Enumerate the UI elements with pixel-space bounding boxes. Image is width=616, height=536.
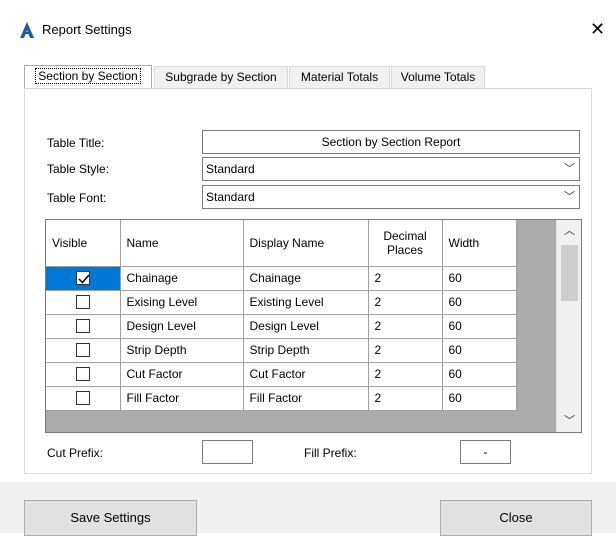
tab-label: Section by Section — [35, 68, 141, 84]
col-header-name[interactable]: Name — [120, 220, 244, 267]
tab-volume-totals[interactable]: Volume Totals — [391, 66, 485, 88]
decimal-places-cell[interactable]: 2 — [368, 290, 443, 315]
display-name-cell[interactable]: Cut Factor — [243, 362, 369, 387]
decimal-places-cell[interactable]: 2 — [368, 338, 443, 363]
table-row[interactable]: Cut Factor Cut Factor 2 60 — [46, 362, 517, 387]
table-title-input[interactable]: Section by Section Report — [202, 130, 580, 154]
decimal-header-line2: Places — [386, 242, 424, 257]
visible-checkbox[interactable] — [75, 391, 90, 406]
decimal-places-cell[interactable]: 2 — [368, 362, 443, 387]
display-name-cell[interactable]: Chainage — [243, 266, 369, 291]
visible-checkbox[interactable] — [75, 295, 90, 310]
name-cell[interactable]: Chainage — [120, 266, 244, 291]
col-header-decimal-places[interactable]: Decimal Places — [368, 220, 443, 267]
civil-3d-a-icon — [20, 22, 34, 38]
display-name-cell[interactable]: Fill Factor — [243, 386, 369, 411]
name-cell[interactable]: Cut Factor — [120, 362, 244, 387]
decimal-places-cell[interactable]: 2 — [368, 266, 443, 291]
table-style-label: Table Style: — [47, 162, 110, 176]
grid-vertical-scrollbar[interactable]: ︿ ﹀ — [556, 220, 581, 432]
display-name-cell[interactable]: Existing Level — [243, 290, 369, 315]
table-style-value: Standard — [206, 162, 255, 176]
width-cell[interactable]: 60 — [442, 290, 517, 315]
dialog-footer: Save Settings Close — [0, 482, 616, 536]
scroll-up-icon[interactable]: ︿ — [557, 222, 581, 240]
name-cell[interactable]: Strip Depth — [120, 338, 244, 363]
cut-prefix-input[interactable] — [202, 440, 253, 464]
fill-prefix-label: Fill Prefix: — [304, 446, 357, 460]
tab-material-totals[interactable]: Material Totals — [289, 66, 390, 88]
visible-cell — [46, 314, 121, 339]
table-row[interactable]: Design Level Design Level 2 60 — [46, 314, 517, 339]
visible-checkbox[interactable] — [75, 319, 90, 334]
decimal-places-cell[interactable]: 2 — [368, 314, 443, 339]
cut-prefix-label: Cut Prefix: — [47, 446, 104, 460]
chevron-down-icon: ﹀ — [564, 163, 575, 175]
close-window-icon[interactable]: ✕ — [590, 20, 605, 38]
display-name-cell[interactable]: Design Level — [243, 314, 369, 339]
save-settings-button[interactable]: Save Settings — [24, 500, 197, 536]
name-cell[interactable]: Design Level — [120, 314, 244, 339]
visible-cell — [46, 290, 121, 315]
visible-cell — [46, 386, 121, 411]
col-header-display-name[interactable]: Display Name — [243, 220, 369, 267]
table-title-label: Table Title: — [47, 136, 105, 150]
tab-subgrade-by-section[interactable]: Subgrade by Section — [154, 66, 288, 88]
tab-section-by-section[interactable]: Section by Section — [24, 65, 152, 89]
visible-checkbox[interactable] — [75, 367, 90, 382]
table-font-label: Table Font: — [47, 191, 107, 205]
decimal-places-cell[interactable]: 2 — [368, 386, 443, 411]
title-bar: Report Settings ✕ — [0, 0, 616, 60]
width-cell[interactable]: 60 — [442, 338, 517, 363]
visible-cell — [46, 362, 121, 387]
width-cell[interactable]: 60 — [442, 386, 517, 411]
name-cell[interactable]: Fill Factor — [120, 386, 244, 411]
checkmark-icon — [78, 274, 90, 285]
width-cell[interactable]: 60 — [442, 266, 517, 291]
table-font-value: Standard — [206, 190, 255, 204]
table-row[interactable]: Chainage Chainage 2 60 — [46, 266, 517, 291]
columns-table: Visible Name Display Name Decimal Places… — [46, 220, 517, 411]
columns-grid: Visible Name Display Name Decimal Places… — [45, 219, 582, 433]
table-row[interactable]: Exising Level Existing Level 2 60 — [46, 290, 517, 315]
scroll-down-icon[interactable]: ﹀ — [557, 412, 581, 430]
visible-checkbox[interactable] — [75, 343, 90, 358]
display-name-cell[interactable]: Strip Depth — [243, 338, 369, 363]
window-title: Report Settings — [42, 22, 132, 37]
name-cell[interactable]: Exising Level — [120, 290, 244, 315]
width-cell[interactable]: 60 — [442, 362, 517, 387]
width-cell[interactable]: 60 — [442, 314, 517, 339]
close-button[interactable]: Close — [440, 500, 592, 536]
visible-cell — [46, 266, 121, 291]
table-style-dropdown[interactable]: Standard ﹀ — [202, 157, 580, 181]
col-header-visible[interactable]: Visible — [46, 220, 121, 267]
scroll-thumb[interactable] — [561, 245, 578, 301]
visible-cell — [46, 338, 121, 363]
visible-checkbox[interactable] — [75, 271, 90, 286]
table-font-dropdown[interactable]: Standard ﹀ — [202, 185, 580, 209]
fill-prefix-input[interactable]: - — [460, 440, 511, 464]
decimal-header-line1: Decimal — [383, 228, 427, 243]
col-header-width[interactable]: Width — [442, 220, 517, 267]
table-row[interactable]: Fill Factor Fill Factor 2 60 — [46, 386, 517, 411]
chevron-down-icon: ﹀ — [564, 191, 575, 203]
table-row[interactable]: Strip Depth Strip Depth 2 60 — [46, 338, 517, 363]
grid-body: Chainage Chainage 2 60 Exising Level Existing… — [46, 266, 517, 411]
